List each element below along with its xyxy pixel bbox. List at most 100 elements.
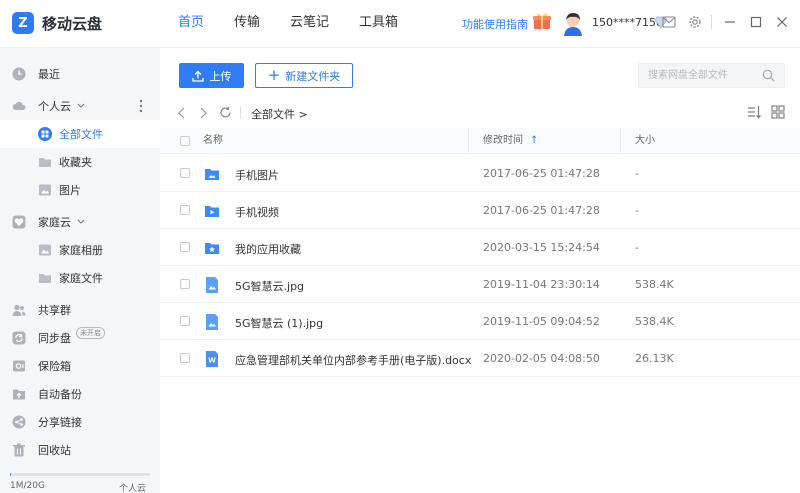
storage-indicator[interactable]: 1M/20G 个人云	[10, 473, 150, 493]
app-name: 移动云盘	[42, 14, 103, 33]
nav-notes[interactable]: 云笔记	[290, 0, 329, 48]
sidebar-item-recent[interactable]: 最近	[0, 60, 160, 88]
file-name[interactable]: 5G智慧云.jpg	[235, 278, 304, 294]
sidebar-item-family-cloud[interactable]: 家庭云	[0, 208, 160, 236]
sort-ascending-icon[interactable]: ↑	[530, 128, 538, 154]
sidebar-item-share-group[interactable]: 共享群	[0, 296, 160, 324]
image-file-icon	[206, 277, 218, 293]
sidebar-item-personal-cloud[interactable]: 个人云	[0, 92, 160, 120]
column-divider[interactable]	[468, 128, 469, 154]
maximize-button[interactable]	[748, 14, 764, 30]
breadcrumb[interactable]: 全部文件 >	[251, 106, 308, 122]
chevron-down-icon[interactable]	[77, 219, 85, 225]
refresh-icon[interactable]	[219, 106, 232, 119]
table-row[interactable]: 5G智慧云 (1).jpg 2019-11-05 09:04:52 538.4K	[160, 303, 800, 340]
row-checkbox[interactable]	[180, 242, 190, 252]
table-row[interactable]: 5G智慧云.jpg 2019-11-04 23:30:14 538.4K	[160, 266, 800, 303]
folder-icon	[39, 158, 51, 167]
folder-image-icon	[205, 169, 219, 180]
file-modified-time: 2019-11-04 23:30:14	[483, 278, 600, 291]
sidebar-item-sync[interactable]: 同步盘 未开启	[0, 324, 160, 352]
file-name[interactable]: 手机视频	[235, 204, 279, 220]
forward-arrow-icon[interactable]	[198, 106, 208, 120]
gift-icon[interactable]	[532, 12, 552, 30]
select-all-checkbox[interactable]	[180, 136, 190, 146]
sidebar-item-share-link[interactable]: 分享链接	[0, 408, 160, 436]
sidebar-item-label: 全部文件	[59, 128, 103, 141]
more-options-icon[interactable]	[139, 99, 143, 113]
minimize-button[interactable]	[722, 14, 738, 30]
sidebar: 最近 个人云 全部文件 收藏夹 图片 家庭云 家庭相册 家庭文件 共享群 同步盘…	[0, 48, 160, 493]
new-folder-label: 新建文件夹	[285, 69, 341, 83]
app-logo: Z 移动云盘	[12, 12, 102, 34]
row-checkbox[interactable]	[180, 353, 190, 363]
storage-progress-fill	[10, 473, 12, 476]
cloud-icon	[12, 101, 26, 110]
svg-text:W: W	[208, 357, 216, 365]
settings-gear-icon[interactable]	[687, 14, 703, 30]
sort-icon[interactable]	[747, 105, 761, 119]
sidebar-item-label: 回收站	[38, 444, 71, 457]
new-folder-button[interactable]: + 新建文件夹	[255, 63, 353, 88]
back-arrow-icon[interactable]	[177, 106, 187, 120]
nav-toolbox[interactable]: 工具箱	[359, 0, 398, 48]
search-icon[interactable]	[762, 69, 775, 82]
word-document-icon: W	[206, 351, 218, 367]
row-checkbox[interactable]	[180, 205, 190, 215]
sidebar-item-label: 家庭文件	[59, 272, 103, 285]
sidebar-item-family-album[interactable]: 家庭相册	[0, 236, 160, 264]
sidebar-item-label: 共享群	[38, 304, 71, 317]
avatar[interactable]	[562, 12, 584, 36]
row-checkbox[interactable]	[180, 279, 190, 289]
plus-icon: +	[267, 66, 281, 84]
file-modified-time: 2017-06-25 01:47:28	[483, 167, 600, 180]
image-icon	[39, 184, 51, 196]
upload-button[interactable]: 上传	[179, 63, 244, 88]
nav-transfer[interactable]: 传输	[234, 0, 260, 48]
apps-grid-icon	[38, 127, 52, 141]
sidebar-item-favorites[interactable]: 收藏夹	[0, 148, 160, 176]
file-name[interactable]: 5G智慧云 (1).jpg	[235, 315, 323, 331]
column-size-header[interactable]: 大小	[635, 128, 655, 154]
column-modified-header[interactable]: 修改时间	[483, 128, 523, 154]
sidebar-item-family-files[interactable]: 家庭文件	[0, 264, 160, 292]
sidebar-item-recycle-bin[interactable]: 回收站	[0, 436, 160, 464]
storage-label: 个人云	[118, 484, 146, 493]
column-name-header[interactable]: 名称	[203, 128, 223, 154]
file-name[interactable]: 我的应用收藏	[235, 241, 301, 257]
nav-home[interactable]: 首页	[178, 0, 204, 48]
sidebar-item-safe[interactable]: 保险箱	[0, 352, 160, 380]
sidebar-item-pictures[interactable]: 图片	[0, 176, 160, 204]
sidebar-item-label: 家庭相册	[59, 244, 103, 257]
sidebar-item-all-files[interactable]: 全部文件	[0, 120, 160, 148]
sidebar-item-label: 图片	[59, 184, 81, 197]
chevron-down-icon[interactable]	[77, 103, 85, 109]
file-name[interactable]: 手机图片	[235, 167, 279, 183]
divider	[711, 15, 712, 29]
sidebar-item-label: 最近	[38, 68, 60, 81]
row-checkbox[interactable]	[180, 316, 190, 326]
sidebar-item-label: 分享链接	[38, 416, 82, 429]
storage-used-text: 1M/20G	[10, 481, 45, 491]
clock-icon	[12, 67, 26, 81]
window-controls	[651, 14, 790, 30]
column-divider[interactable]	[620, 128, 621, 154]
search-box	[638, 63, 785, 88]
share-icon	[12, 415, 26, 429]
table-row[interactable]: 我的应用收藏 2020-03-15 15:24:54 -	[160, 229, 800, 266]
grid-view-icon[interactable]	[771, 105, 785, 119]
sidebar-item-auto-backup[interactable]: 自动备份	[0, 380, 160, 408]
file-name[interactable]: 应急管理部机关单位内部参考手册(电子版).docx	[235, 352, 471, 368]
close-button[interactable]	[774, 14, 790, 30]
table-row[interactable]: 手机视频 2017-06-25 01:47:28 -	[160, 192, 800, 229]
search-input[interactable]	[639, 64, 757, 87]
image-file-icon	[206, 314, 218, 330]
guide-link[interactable]: 功能使用指南	[462, 16, 528, 32]
mail-icon[interactable]	[661, 14, 677, 30]
group-icon	[12, 304, 26, 316]
table-row[interactable]: 手机图片 2017-06-25 01:47:28 -	[160, 155, 800, 192]
table-row[interactable]: W 应急管理部机关单位内部参考手册(电子版).docx 2020-02-05 0…	[160, 340, 800, 377]
row-checkbox[interactable]	[180, 168, 190, 178]
sidebar-item-label: 保险箱	[38, 360, 71, 373]
status-badge: 未开启	[76, 327, 105, 339]
